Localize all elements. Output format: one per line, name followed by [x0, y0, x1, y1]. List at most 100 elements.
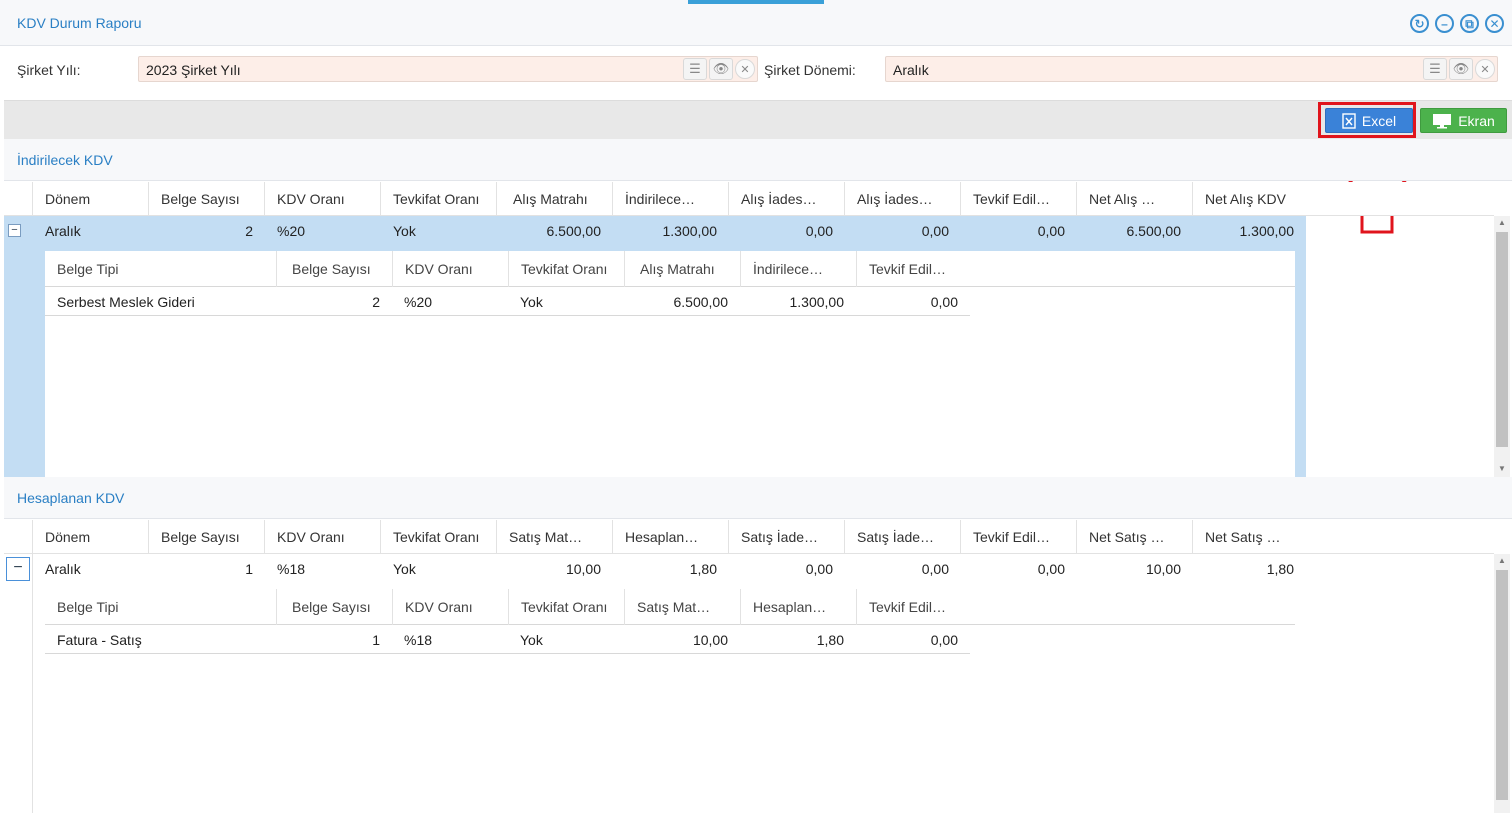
cell: 10,00 [565, 561, 601, 577]
detail-row[interactable]: Fatura - Satış 1 %18 Yok 10,00 1,80 0,00 [45, 625, 970, 654]
column-header[interactable]: Hesaplan… [612, 520, 728, 554]
year-label: Şirket Yılı: [17, 62, 81, 78]
indirilecek-title: İndirilecek KDV [17, 152, 113, 168]
scroll-up-icon[interactable]: ▲ [1498, 556, 1506, 565]
maximize-icon[interactable]: ⧉ [1460, 14, 1479, 33]
cell: 0,00 [930, 294, 958, 310]
cell: 0,00 [930, 632, 958, 648]
column-header[interactable]: Tevkifat Oranı [380, 182, 496, 216]
cell: 1,80 [689, 561, 717, 577]
scroll-thumb[interactable] [1496, 232, 1508, 447]
table-row[interactable]: Aralık 1 %18 Yok 10,00 1,80 0,00 0,00 0,… [4, 554, 1306, 584]
refresh-icon[interactable]: ↻ [1410, 14, 1429, 33]
indirilecek-detail-grid: Belge Tipi Belge Sayısı KDV Oranı Tevkif… [45, 251, 1295, 477]
column-header[interactable]: Satış İade… [728, 520, 844, 554]
ekran-button[interactable]: Ekran [1420, 108, 1507, 133]
column-header[interactable]: Satış İade… [844, 520, 960, 554]
cell: 0,00 [805, 223, 833, 239]
detail-column-header[interactable]: Belge Sayısı [276, 589, 392, 625]
excel-highlight-box [1318, 102, 1416, 138]
detail-column-header[interactable]: İndirilece… [740, 251, 856, 287]
column-header[interactable]: Belge Sayısı [148, 520, 264, 554]
period-field[interactable]: Aralık ☰ 👁 ✕ [885, 56, 1498, 82]
eye-icon[interactable]: 👁 [1449, 58, 1473, 80]
column-header[interactable]: İndirilece… [612, 182, 728, 216]
close-icon[interactable]: ✕ [1485, 14, 1504, 33]
column-header[interactable]: Dönem [32, 520, 148, 554]
detail-column-header[interactable]: Satış Mat… [624, 589, 740, 625]
column-header[interactable]: Satış Mat… [496, 520, 612, 554]
column-header[interactable]: Net Satış … [1076, 520, 1192, 554]
minimize-icon[interactable]: – [1435, 14, 1454, 33]
cell: Yok [520, 294, 543, 310]
hesaplanan-title: Hesaplanan KDV [17, 490, 125, 506]
column-header[interactable]: Alış İades… [844, 182, 960, 216]
column-header[interactable]: Net Alış KDV [1192, 182, 1306, 216]
column-header[interactable]: Tevkifat Oranı [380, 520, 496, 554]
scroll-down-icon[interactable]: ▼ [1498, 464, 1506, 473]
cell: %18 [404, 632, 433, 648]
hesaplanan-grid-header: Dönem Belge Sayısı KDV Oranı Tevkifat Or… [4, 520, 1494, 554]
indirilecek-section-header: İndirilecek KDV [4, 139, 1512, 181]
list-icon[interactable]: ☰ [683, 58, 707, 80]
detail-column-header[interactable]: Tevkif Edil… [856, 589, 972, 625]
column-header[interactable]: Net Satış … [1192, 520, 1306, 554]
window-titlebar: KDV Durum Raporu ↻ – ⧉ ✕ [0, 0, 1512, 46]
collapse-icon[interactable]: − [8, 224, 21, 237]
column-header[interactable]: Tevkif Edil… [960, 182, 1076, 216]
column-header[interactable]: Dönem [32, 182, 148, 216]
column-header[interactable]: Belge Sayısı [148, 182, 264, 216]
cell: 10,00 [692, 632, 728, 648]
column-header[interactable]: KDV Oranı [264, 520, 380, 554]
column-header[interactable]: KDV Oranı [264, 182, 380, 216]
period-value: Aralık [893, 62, 929, 78]
cell: 10,00 [1145, 561, 1181, 577]
column-header[interactable]: Net Alış … [1076, 182, 1192, 216]
cell: 1 [372, 632, 380, 648]
cell: Serbest Meslek Gideri [57, 294, 195, 310]
column-header[interactable]: Alış İades… [728, 182, 844, 216]
monitor-icon [1433, 113, 1452, 128]
hesaplanan-scrollbar[interactable]: ▲ [1494, 554, 1510, 813]
filter-row: Şirket Yılı: 2023 Şirket Yılı ☰ 👁 ✕ Şirk… [0, 46, 1512, 100]
list-icon[interactable]: ☰ [1423, 58, 1447, 80]
indirilecek-scrollbar[interactable]: ▲ ▼ [1494, 216, 1510, 477]
detail-row[interactable]: Serbest Meslek Gideri 2 %20 Yok 6.500,00… [45, 287, 970, 316]
window-controls: ↻ – ⧉ ✕ [1410, 14, 1504, 33]
cell: Yok [393, 223, 416, 239]
detail-column-header[interactable]: Hesaplan… [740, 589, 856, 625]
column-header[interactable]: Alış Matrahı [496, 182, 612, 216]
year-field[interactable]: 2023 Şirket Yılı ☰ 👁 ✕ [138, 56, 758, 82]
detail-column-header[interactable]: Alış Matrahı [624, 251, 740, 287]
clear-icon[interactable]: ✕ [735, 59, 755, 79]
cell: 1,80 [816, 632, 844, 648]
grid-left-border [32, 554, 33, 813]
cell: 0,00 [921, 561, 949, 577]
detail-column-header[interactable]: Belge Sayısı [276, 251, 392, 287]
cell: %20 [404, 294, 433, 310]
cell: %18 [277, 561, 306, 577]
collapse-icon[interactable]: − [6, 557, 30, 581]
scroll-thumb[interactable] [1496, 570, 1508, 800]
detail-column-header[interactable]: Tevkif Edil… [856, 251, 972, 287]
cell: 1.300,00 [662, 223, 718, 239]
hesaplanan-detail-grid: Belge Tipi Belge Sayısı KDV Oranı Tevkif… [45, 589, 1295, 813]
top-tab-indicator [688, 0, 824, 4]
year-value: 2023 Şirket Yılı [146, 62, 241, 78]
scroll-up-icon[interactable]: ▲ [1498, 218, 1506, 227]
action-toolbar: Excel Ekran [4, 100, 1512, 139]
period-label: Şirket Dönemi: [764, 62, 856, 78]
detail-column-header[interactable]: Belge Tipi [45, 251, 276, 287]
clear-icon[interactable]: ✕ [1475, 59, 1495, 79]
eye-icon[interactable]: 👁 [709, 58, 733, 80]
cell: 0,00 [805, 561, 833, 577]
table-row[interactable]: Aralık 2 %20 Yok 6.500,00 1.300,00 0,00 … [4, 216, 1306, 246]
detail-column-header[interactable]: KDV Oranı [392, 251, 508, 287]
cell: 6.500,00 [1126, 223, 1182, 239]
detail-column-header[interactable]: Tevkifat Oranı [508, 589, 624, 625]
detail-column-header[interactable]: KDV Oranı [392, 589, 508, 625]
detail-column-header[interactable]: Tevkifat Oranı [508, 251, 624, 287]
detail-header: Belge Tipi Belge Sayısı KDV Oranı Tevkif… [45, 589, 1295, 625]
column-header[interactable]: Tevkif Edil… [960, 520, 1076, 554]
detail-column-header[interactable]: Belge Tipi [45, 589, 276, 625]
